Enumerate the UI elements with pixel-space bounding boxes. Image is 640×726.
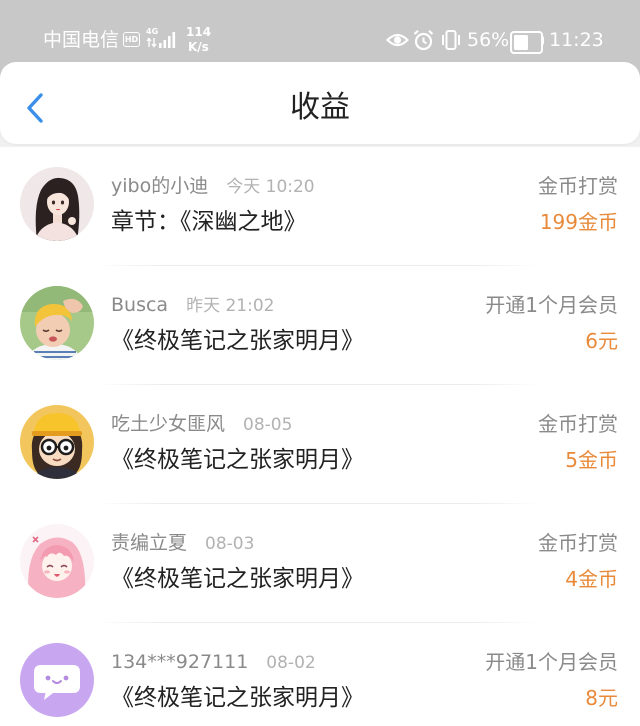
income-record-row[interactable]: 吃土少女匪风 08-05 金币打赏 《终极笔记之张家明月》 5金币 [0, 385, 640, 504]
income-record-row[interactable]: Busca 昨天 21:02 开通1个月会员 《终极笔记之张家明月》 6元 [0, 266, 640, 385]
data-transfer-icon [146, 37, 157, 48]
net-speed-value: 114 [186, 25, 212, 39]
user-avatar[interactable] [20, 405, 94, 479]
work-title: 《终极笔记之张家明月》 [111, 328, 364, 354]
income-amount: 6元 [585, 329, 618, 353]
user-name: 吃土少女匪风 [111, 413, 226, 435]
user-avatar[interactable] [20, 643, 94, 717]
battery-fill [514, 35, 528, 50]
record-meta: Busca 昨天 21:02 [111, 293, 274, 317]
page-header: 收益 [0, 62, 640, 144]
network-type: 4G [146, 27, 159, 36]
user-avatar[interactable] [20, 524, 94, 598]
user-name: 责编立夏 [111, 532, 188, 554]
user-name: 134***927111 [111, 651, 249, 673]
record-time: 08-03 [205, 534, 255, 554]
battery-icon [510, 31, 543, 54]
income-type: 金币打赏 [538, 412, 618, 436]
net-speed-unit: K/s [188, 40, 209, 54]
record-time: 今天 10:20 [226, 177, 315, 197]
user-avatar[interactable] [20, 167, 94, 241]
page-title: 收益 [290, 90, 350, 125]
alarm-clock-icon [413, 29, 434, 51]
income-type: 开通1个月会员 [485, 650, 618, 674]
income-record-row[interactable]: yibo的小迪 今天 10:20 金币打赏 章节：《深幽之地》 199金币 [0, 147, 640, 266]
record-meta: 134***927111 08-02 [111, 650, 316, 674]
income-amount: 199金币 [539, 210, 618, 234]
carrier-name: 中国电信 [43, 29, 120, 51]
income-type: 金币打赏 [538, 531, 618, 555]
income-record-row[interactable]: 134***927111 08-02 开通1个月会员 《终极笔记之张家明月》 8… [0, 623, 640, 726]
work-title: 《终极笔记之张家明月》 [111, 447, 364, 473]
work-title: 《终极笔记之张家明月》 [111, 566, 364, 592]
hd-badge-icon: HD [123, 32, 140, 47]
record-meta: 吃土少女匪风 08-05 [111, 412, 292, 436]
income-amount: 8元 [585, 686, 618, 710]
user-name: yibo的小迪 [111, 175, 209, 197]
record-time: 08-02 [266, 653, 316, 673]
vibrate-icon [442, 30, 460, 50]
income-amount: 5金币 [565, 448, 618, 472]
user-avatar[interactable] [20, 286, 94, 360]
income-amount: 4金币 [565, 567, 618, 591]
chat-bubble-icon [20, 643, 94, 717]
income-record-row[interactable]: 责编立夏 08-03 金币打赏 《终极笔记之张家明月》 4金币 [0, 504, 640, 623]
clock-time: 11:23 [549, 29, 604, 51]
user-name: Busca [111, 294, 169, 316]
income-record-list: yibo的小迪 今天 10:20 金币打赏 章节：《深幽之地》 199金币 Bu… [0, 147, 640, 726]
eye-comfort-icon [386, 33, 409, 47]
income-type: 金币打赏 [538, 174, 618, 198]
record-time: 昨天 21:02 [186, 296, 275, 316]
battery-cap [541, 36, 544, 45]
work-title: 章节：《深幽之地》 [111, 209, 307, 235]
record-meta: 责编立夏 08-03 [111, 531, 254, 555]
record-meta: yibo的小迪 今天 10:20 [111, 174, 315, 198]
battery-percent: 56% [467, 29, 510, 51]
record-time: 08-05 [243, 415, 293, 435]
work-title: 《终极笔记之张家明月》 [111, 685, 364, 711]
income-type: 开通1个月会员 [485, 293, 618, 317]
signal-bars-icon [159, 32, 176, 48]
